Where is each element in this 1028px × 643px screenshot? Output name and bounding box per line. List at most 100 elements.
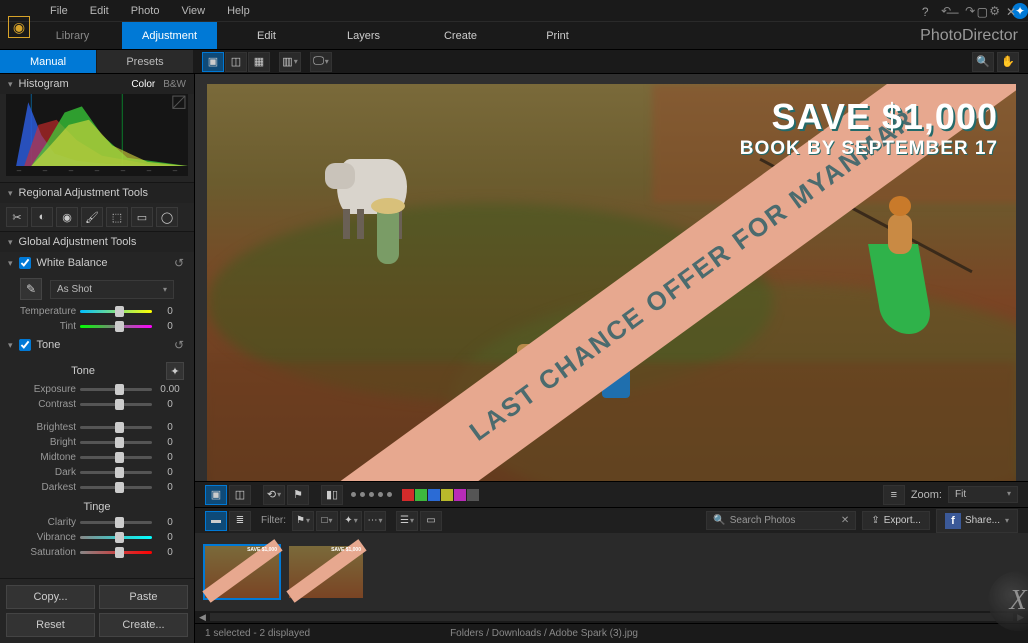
regional-tools-header[interactable]: ▾ Regional Adjustment Tools (0, 183, 194, 203)
scroll-left-icon[interactable]: ◀ (199, 612, 206, 623)
clear-search-icon[interactable]: ✕ (841, 515, 849, 526)
midtone-slider[interactable] (80, 456, 152, 459)
brightest-slider[interactable] (80, 426, 152, 429)
menu-edit[interactable]: Edit (80, 2, 119, 20)
compare-mode-1-icon[interactable]: ▣ (205, 485, 227, 505)
gradient-tool-icon[interactable]: ▭ (131, 207, 153, 227)
reset-icon[interactable]: ↺ (174, 338, 184, 352)
redeye-tool-icon[interactable]: ◉ (56, 207, 78, 227)
compare-mode-2-icon[interactable]: ◫ (229, 485, 251, 505)
white-balance-label: White Balance (37, 257, 108, 269)
clarity-slider[interactable] (80, 521, 152, 524)
paste-button[interactable]: Paste (99, 585, 188, 609)
tab-edit[interactable]: Edit (219, 22, 314, 49)
help-icon[interactable]: ? (916, 3, 935, 21)
reset-icon[interactable]: ↺ (174, 256, 184, 270)
tab-print[interactable]: Print (510, 22, 605, 49)
rotate-icon[interactable]: ⟲▾ (263, 485, 285, 505)
filter-label-icon[interactable]: □▾ (316, 511, 338, 531)
filter-more-icon[interactable]: ⋯▾ (364, 511, 386, 531)
tab-adjustment[interactable]: Adjustment (122, 22, 217, 49)
global-tools-header[interactable]: ▾ Global Adjustment Tools (0, 232, 194, 252)
crop-tool-icon[interactable]: ✂ (6, 207, 28, 227)
exposure-slider[interactable] (80, 388, 152, 391)
swatch-blue[interactable] (428, 489, 440, 501)
stack-icon[interactable]: ▭ (420, 511, 442, 531)
swatch-none[interactable] (467, 489, 479, 501)
bright-slider[interactable] (80, 441, 152, 444)
tab-create[interactable]: Create (413, 22, 508, 49)
histogram-mode-bw[interactable]: B&W (163, 79, 186, 90)
white-balance-checkbox[interactable] (19, 257, 31, 269)
view-compare-icon[interactable]: ◫ (225, 52, 247, 72)
histogram-mode-color[interactable]: Color (131, 79, 155, 90)
chevron-down-icon: ▾ (8, 258, 13, 269)
selection-tool-icon[interactable]: ⬚ (106, 207, 128, 227)
viewer-options-icon[interactable]: ≡ (883, 485, 905, 505)
list-view-icon[interactable]: ≣ (229, 511, 251, 531)
swatch-yellow[interactable] (441, 489, 453, 501)
brightest-value: 0 (156, 422, 184, 433)
reset-button[interactable]: Reset (6, 613, 95, 637)
eyedropper-icon[interactable]: ✎ (20, 278, 42, 300)
histogram-header[interactable]: ▾ Histogram Color B&W (0, 74, 194, 94)
display-options-icon[interactable]: 🖵▾ (310, 52, 332, 72)
tint-label: Tint (20, 321, 76, 332)
tab-library[interactable]: Library (25, 22, 120, 49)
pan-tool-icon[interactable]: ✋ (997, 52, 1019, 72)
auto-tone-icon[interactable]: ✦ (166, 362, 184, 380)
swatch-red[interactable] (402, 489, 414, 501)
photo-canvas[interactable]: LAST CHANCE OFFER FOR MYANMAR SAVE $1,00… (207, 84, 1016, 481)
thumbnail-1[interactable]: SAVE $1,000 (205, 546, 279, 598)
brush-tool-icon[interactable]: 🖌 (81, 207, 103, 227)
minimize-button[interactable]: — (941, 3, 965, 21)
tint-slider[interactable] (80, 325, 152, 328)
subtab-presets[interactable]: Presets (97, 50, 193, 73)
thumbnail-2[interactable]: SAVE $1,000 (289, 546, 363, 598)
dark-slider[interactable] (80, 471, 152, 474)
filmstrip-view-icon[interactable]: ▬ (205, 511, 227, 531)
histogram-chart: ––––––– (6, 94, 188, 176)
filter-rating-icon[interactable]: ✦▾ (340, 511, 362, 531)
white-balance-header[interactable]: ▾ White Balance ↺ (0, 252, 194, 274)
spot-tool-icon[interactable]: ◐ (31, 207, 53, 227)
vibrance-slider[interactable] (80, 536, 152, 539)
darkest-slider[interactable] (80, 486, 152, 489)
contrast-slider[interactable] (80, 403, 152, 406)
swatch-purple[interactable] (454, 489, 466, 501)
menu-view[interactable]: View (171, 2, 215, 20)
menu-help[interactable]: Help (217, 2, 260, 20)
tab-layers[interactable]: Layers (316, 22, 411, 49)
close-button[interactable]: ✕ (1000, 3, 1022, 21)
facebook-icon: f (945, 513, 961, 529)
temperature-slider[interactable] (80, 310, 152, 313)
share-button[interactable]: f Share... ▾ (936, 509, 1018, 533)
menu-file[interactable]: File (40, 2, 78, 20)
radial-tool-icon[interactable]: ◯ (156, 207, 178, 227)
rating-dots[interactable] (351, 492, 392, 497)
search-input[interactable]: 🔍 Search Photos ✕ (706, 511, 856, 530)
view-single-icon[interactable]: ▣ (202, 52, 224, 72)
zoom-select[interactable]: Fit▾ (948, 486, 1018, 503)
tone-header[interactable]: ▾ Tone ↺ (0, 334, 194, 356)
copy-button[interactable]: Copy... (6, 585, 95, 609)
color-labels[interactable] (402, 489, 479, 501)
swatch-green[interactable] (415, 489, 427, 501)
filter-flag-icon[interactable]: ⚑▾ (292, 511, 314, 531)
view-grid-icon[interactable]: ▦ (248, 52, 270, 72)
maximize-button[interactable]: ▢ (971, 3, 994, 21)
white-balance-preset-select[interactable]: As Shot▾ (50, 280, 174, 299)
subtab-manual[interactable]: Manual (0, 50, 96, 73)
tone-checkbox[interactable] (19, 339, 31, 351)
rating-tool-icon[interactable]: ▮▯ (321, 485, 343, 505)
zoom-label: Zoom: (911, 489, 942, 501)
menu-photo[interactable]: Photo (121, 2, 170, 20)
zoom-tool-icon[interactable]: 🔍 (972, 52, 994, 72)
view-options-icon[interactable]: ▥▾ (279, 52, 301, 72)
flag-tool-icon[interactable]: ⚑ (287, 485, 309, 505)
create-button[interactable]: Create... (99, 613, 188, 637)
saturation-slider[interactable] (80, 551, 152, 554)
sort-icon[interactable]: ☰▾ (396, 511, 418, 531)
export-button[interactable]: ⇪ Export... (862, 511, 930, 530)
filmstrip-scrollbar[interactable]: ◀ ▶ (195, 611, 1028, 623)
